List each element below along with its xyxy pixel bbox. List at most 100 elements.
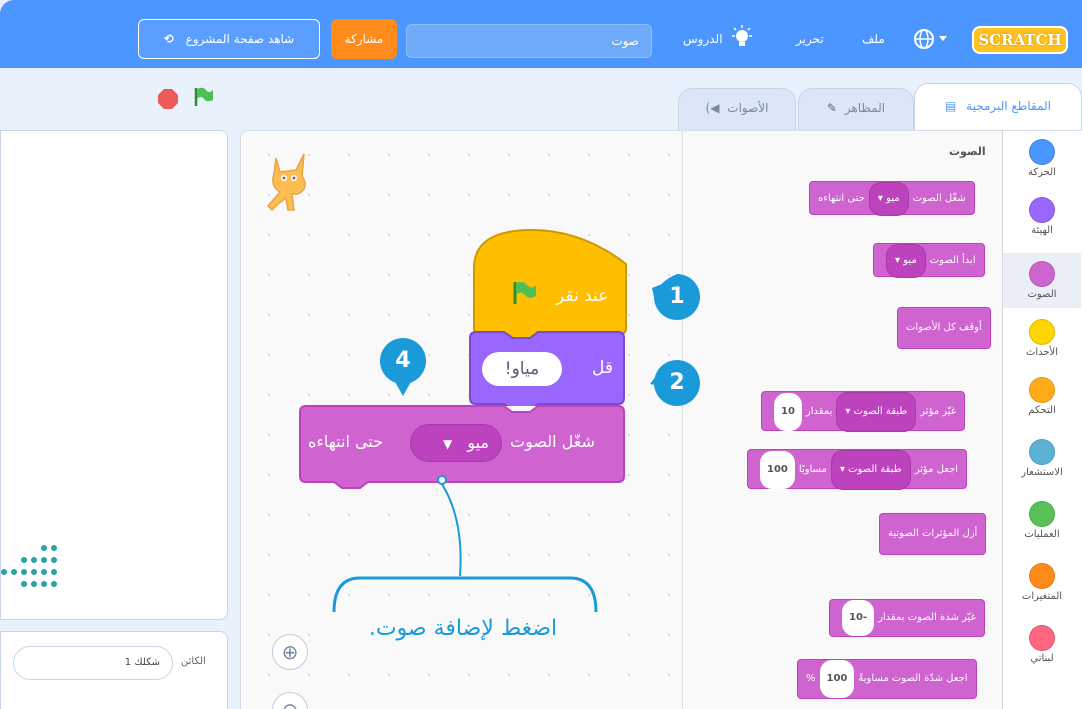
category-motion-label: الحركة (1028, 167, 1056, 178)
stop-icon[interactable] (157, 88, 179, 110)
palette-set-volume-block[interactable]: اجعل شدّة الصوت مساويةً100% (797, 659, 977, 699)
share-button[interactable]: مشاركة (331, 19, 397, 59)
play-sound-suffix: حتى انتهاءه (308, 432, 384, 451)
decorative-dots (1, 545, 57, 587)
see-project-page-button[interactable]: شاهد صفحة المشروع ⟲ (138, 19, 320, 59)
category-sensing-label: الاستشعار (1021, 467, 1063, 478)
category-sensing[interactable]: الاستشعار (1003, 439, 1081, 478)
code-blocks-icon: ▤ (944, 99, 957, 113)
palette-set-effect-value[interactable]: 100 (760, 451, 795, 489)
palette-play-dropdown-value: ميو (886, 193, 900, 204)
palette-heading: الصوت (949, 145, 986, 158)
category-my-blocks-label: لبناتي (1030, 653, 1054, 664)
operators-dot-icon (1029, 501, 1055, 527)
category-operators[interactable]: العمليات (1003, 501, 1081, 540)
sprite-label: الكائن (181, 656, 206, 667)
palette-change-effect-dropdown[interactable]: طبقة الصوت ▾ (836, 392, 917, 432)
sound-dropdown[interactable]: ميو ▼ (410, 424, 502, 462)
say-block[interactable]: مياو! قل (468, 330, 626, 406)
palette-change-effect-label: غيّر مؤثر (920, 406, 957, 417)
palette-set-effect-label: اجعل مؤثر (914, 464, 959, 475)
palette-clear-effects-label: أزل المؤثرات الصوتية (888, 528, 978, 539)
category-motion[interactable]: الحركة (1003, 139, 1081, 178)
category-my-blocks[interactable]: لبناتي (1003, 625, 1081, 664)
palette-set-volume-unit: % (806, 673, 816, 684)
file-menu[interactable]: ملف (862, 32, 885, 46)
cat-sprite-icon (258, 148, 320, 220)
hat-flag-icon (512, 280, 538, 306)
say-value-input[interactable]: مياو! (482, 352, 562, 386)
category-variables[interactable]: المتغيرات (1003, 563, 1081, 602)
see-project-page-label: شاهد صفحة المشروع (185, 32, 295, 46)
sound-dot-icon (1029, 261, 1055, 287)
palette-start-dropdown[interactable]: ميو ▾ (886, 244, 926, 278)
say-label: قل (592, 358, 614, 378)
category-sound[interactable]: الصوت (1003, 253, 1081, 308)
palette-play-label: شغّل الصوت (912, 193, 966, 204)
callout-number-1: 1 (669, 284, 685, 309)
scratch-logo[interactable]: SCRATCH (972, 26, 1068, 54)
palette-play-sound-until-done-block[interactable]: شغّل الصوتميو ▾حتى انتهاءه (809, 181, 975, 216)
events-dot-icon (1029, 319, 1055, 345)
zoom-in-button[interactable]: ⊕ (272, 634, 308, 670)
tutorials-bulb-icon[interactable] (730, 24, 754, 52)
palette-set-effect-block[interactable]: اجعل مؤثرطبقة الصوت ▾مساويًا100 (747, 449, 968, 490)
palette-play-suffix: حتى انتهاءه (818, 193, 865, 204)
menu-bar: SCRATCH ملف تحرير الدروس صوت مشاركة شاهد… (0, 0, 1082, 68)
palette-set-volume-value[interactable]: 100 (819, 660, 855, 698)
palette-change-volume-block[interactable]: غيّر شدة الصوت بمقدار-10 (829, 599, 985, 637)
tab-costumes-label: المظاهر (844, 101, 886, 115)
palette-start-label: ابدأ الصوت (929, 255, 976, 266)
green-flag-icon[interactable] (193, 86, 215, 108)
motion-dot-icon (1029, 139, 1055, 165)
tab-code[interactable]: المقاطع البرمجية ▤ (914, 83, 1082, 132)
palette-play-dropdown[interactable]: ميو ▾ (868, 182, 909, 216)
palette-stop-label: أوقف كل الأصوات (906, 322, 982, 333)
brush-icon: ✎ (826, 101, 837, 115)
palette-clear-effects-block[interactable]: أزل المؤثرات الصوتية (879, 513, 987, 555)
palette-set-effect-mid: مساويًا (798, 464, 827, 475)
palette-change-effect-value[interactable]: 10 (774, 393, 802, 431)
sprite-name-field[interactable]: شكلك 1 (13, 646, 173, 680)
category-variables-label: المتغيرات (1021, 591, 1063, 602)
palette-stop-all-sounds-block[interactable]: أوقف كل الأصوات (897, 307, 991, 349)
palette-set-effect-dropdown-value: طبقة الصوت (848, 464, 902, 475)
project-page-icon: ⟲ (163, 32, 174, 46)
edit-menu[interactable]: تحرير (796, 32, 824, 46)
category-looks[interactable]: الهيئة (1003, 197, 1081, 236)
tab-sounds[interactable]: الأصوات ◀︎) (678, 88, 796, 130)
callout-marker-2: 2 (650, 356, 704, 410)
variables-dot-icon (1029, 563, 1055, 589)
tab-code-label: المقاطع البرمجية (966, 99, 1052, 113)
sprite-info-panel: شكلك 1 الكائن (0, 631, 228, 709)
hint-text: اضغط لإضافة صوت. (336, 616, 590, 641)
category-menu: الحركة الهيئة الصوت الأحداث التحكم الاست… (1002, 131, 1082, 709)
palette-change-volume-value[interactable]: -10 (842, 600, 875, 636)
palette-change-effect-block[interactable]: غيّر مؤثرطبقة الصوت ▾بمقدار10 (761, 391, 966, 432)
hint-pointer-line (332, 475, 598, 613)
palette-set-effect-dropdown[interactable]: طبقة الصوت ▾ (830, 450, 911, 490)
category-operators-label: العمليات (1024, 529, 1060, 540)
palette-change-effect-mid: بمقدار (805, 406, 833, 417)
category-events-label: الأحداث (1025, 347, 1059, 358)
control-dot-icon (1029, 377, 1055, 403)
looks-dot-icon (1029, 197, 1055, 223)
play-sound-label: شغّل الصوت (510, 432, 595, 451)
tutorials-menu[interactable]: الدروس (683, 32, 723, 46)
tab-sounds-label: الأصوات (727, 101, 769, 115)
project-title-input[interactable]: صوت (406, 24, 652, 58)
palette-change-volume-label: غيّر شدة الصوت بمقدار (878, 612, 976, 623)
block-palette: الصوت شغّل الصوتميو ▾حتى انتهاءه ابدأ ال… (682, 131, 1002, 709)
palette-start-dropdown-value: ميو (903, 255, 917, 266)
when-flag-clicked-block[interactable]: عند نقر (472, 228, 628, 338)
palette-change-effect-dropdown-value: طبقة الصوت (853, 406, 908, 417)
palette-set-volume-label: اجعل شدّة الصوت مساويةً (858, 673, 968, 684)
category-events[interactable]: الأحداث (1003, 319, 1081, 358)
category-control[interactable]: التحكم (1003, 377, 1081, 416)
tab-costumes[interactable]: المظاهر ✎ (798, 88, 914, 130)
when-flag-clicked-label: عند نقر (556, 286, 609, 306)
palette-start-sound-block[interactable]: ابدأ الصوتميو ▾ (873, 243, 985, 278)
callout-marker-4: 4 (376, 334, 430, 396)
language-globe-icon[interactable] (912, 26, 952, 52)
speaker-icon: ◀︎) (705, 101, 720, 115)
